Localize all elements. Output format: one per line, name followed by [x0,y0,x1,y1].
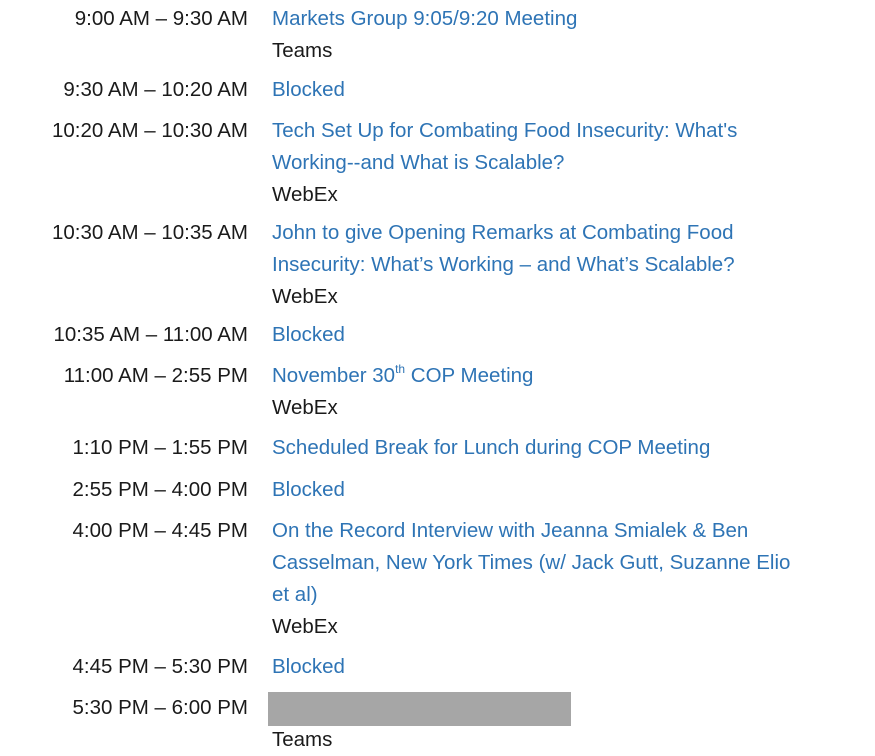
event-title-line: Working--and What is Scalable? [272,151,565,174]
event-title-link[interactable]: John to give Opening Remarks at Combatin… [272,217,832,281]
event-time: 2:55 PM – 4:00 PM [72,478,248,501]
event-title-line: Blocked [272,78,345,101]
event-location: Teams [272,39,333,62]
event-title-link[interactable]: Scheduled Break for Lunch during COP Mee… [272,432,832,464]
ordinal-suffix: th [395,362,406,377]
event-content: Scheduled Break for Lunch during COP Mee… [272,432,832,464]
event-content: Blocked [272,651,832,683]
event-title-line: Insecurity: What’s Working – and What’s … [272,253,735,276]
event-time: 10:35 AM – 11:00 AM [53,323,249,346]
event-title-line: On the Record Interview with Jeanna Smia… [272,519,749,542]
event-location: WebEx [272,615,338,638]
event-content: Teams [272,724,832,756]
event-title-link[interactable]: On the Record Interview with Jeanna Smia… [272,515,832,611]
event-title-line: Blocked [272,478,345,501]
event-content: Blocked [272,319,832,351]
event-location: WebEx [272,396,338,419]
event-title-line: Tech Set Up for Combating Food Insecurit… [272,119,738,142]
event-title-link[interactable]: Blocked [272,74,832,106]
event-title-link[interactable]: Blocked [272,319,832,351]
event-location: Teams [272,728,333,751]
event-title-line: John to give Opening Remarks at Combatin… [272,221,734,244]
event-title-line: Markets Group 9:05/9:20 Meeting [272,7,578,30]
event-title-line: Scheduled Break for Lunch during COP Mee… [272,436,711,459]
event-content: John to give Opening Remarks at Combatin… [272,217,832,313]
event-title-line: et al) [272,583,318,606]
event-location: WebEx [272,285,338,308]
title-text: November 30 [272,364,396,387]
event-time: 4:45 PM – 5:30 PM [72,655,248,678]
redacted-title-block [268,692,571,726]
event-title-line: Casselman, New York Times (w/ Jack Gutt,… [272,551,791,574]
event-title-link[interactable]: November 30th COP Meeting [272,360,832,392]
event-time: 9:30 AM – 10:20 AM [63,78,248,101]
event-time: 4:00 PM – 4:45 PM [72,519,248,542]
event-title-link[interactable]: Markets Group 9:05/9:20 Meeting [272,3,832,35]
event-title-line: November 30th COP Meeting [272,360,832,392]
event-title-line: Blocked [272,323,345,346]
event-time: 10:30 AM – 10:35 AM [51,221,248,244]
event-title-link[interactable]: Tech Set Up for Combating Food Insecurit… [272,115,832,179]
event-time: 10:20 AM – 10:30 AM [51,119,248,142]
event-location: WebEx [272,183,338,206]
event-content: Tech Set Up for Combating Food Insecurit… [272,115,832,211]
event-title-link[interactable]: Blocked [272,474,832,506]
event-content: Blocked [272,474,832,506]
event-time: 5:30 PM – 6:00 PM [72,696,248,719]
event-content: On the Record Interview with Jeanna Smia… [272,515,832,643]
title-text: COP Meeting [405,364,534,387]
event-time: 9:00 AM – 9:30 AM [74,7,248,30]
event-time: 11:00 AM – 2:55 PM [63,364,248,387]
event-title-line: Blocked [272,655,345,678]
event-content: Markets Group 9:05/9:20 Meeting Teams [272,3,832,67]
event-content: Blocked [272,74,832,106]
event-content: November 30th COP Meeting WebEx [272,360,832,424]
event-time: 1:10 PM – 1:55 PM [72,436,248,459]
event-title-link[interactable]: Blocked [272,651,832,683]
